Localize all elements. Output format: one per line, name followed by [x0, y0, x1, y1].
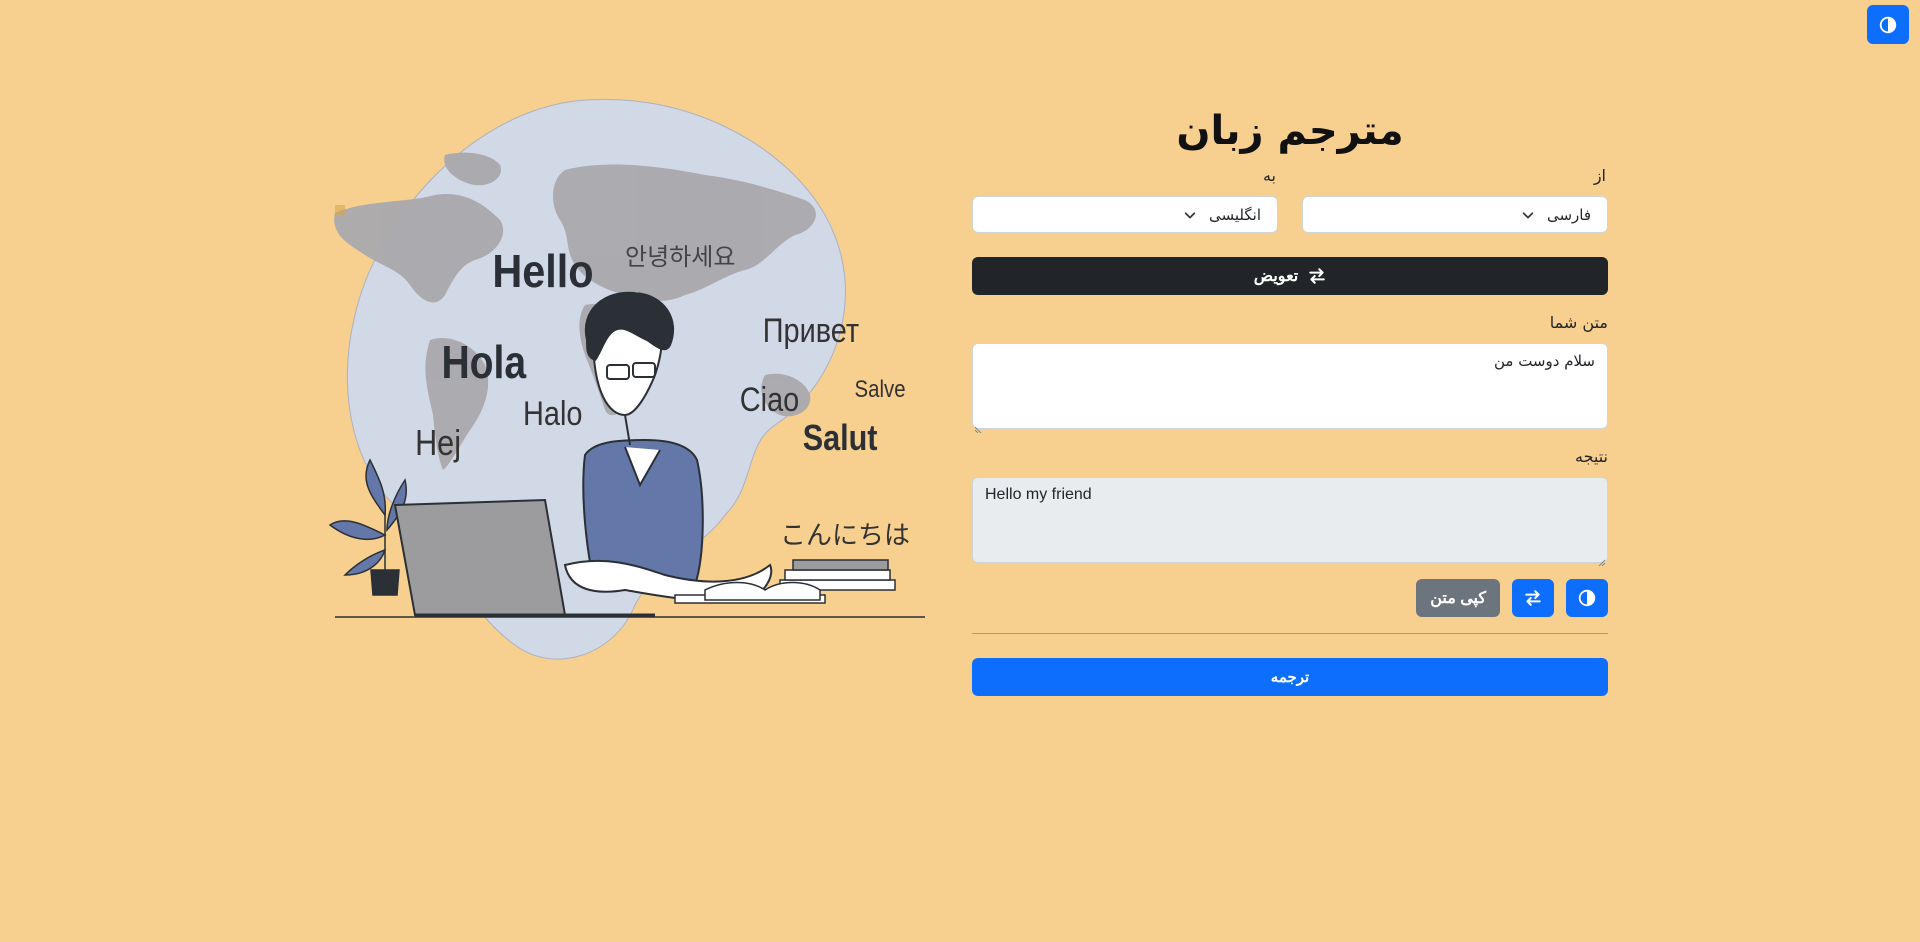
result-text-output[interactable]: Hello my friend: [972, 477, 1608, 567]
translation-illustration: Hello 안녕하세요 Привет Hola Halo Salve Ciao …: [325, 95, 935, 675]
from-language-select[interactable]: فارسی: [1302, 196, 1608, 233]
resize-grip-icon[interactable]: [974, 419, 983, 434]
theme-toggle-small-button[interactable]: [1566, 579, 1608, 617]
theme-toggle-button[interactable]: [1867, 5, 1909, 44]
to-language-value: انگلیسی: [1208, 205, 1261, 224]
greeting-korean: 안녕하세요: [625, 244, 735, 271]
from-language-value: فارسی: [1546, 205, 1591, 224]
result-text-value: Hello my friend: [985, 486, 1092, 503]
to-label: به: [1262, 166, 1276, 185]
greeting-hej: Hej: [415, 424, 461, 464]
divider: [972, 633, 1608, 634]
greeting-japanese: こんにちは: [780, 520, 910, 550]
from-label: از: [1593, 166, 1606, 185]
swap-languages-button[interactable]: تعویض: [972, 257, 1608, 295]
to-language-select[interactable]: انگلیسی: [972, 196, 1278, 233]
source-text-value: سلام دوست من: [1493, 352, 1595, 370]
contrast-icon: [1879, 16, 1897, 34]
swap-arrows-icon: [1308, 267, 1326, 285]
language-selectors: از فارسی به انگلیسی: [972, 164, 1608, 233]
greeting-ciao: Ciao: [740, 380, 799, 419]
greeting-salve: Salve: [855, 375, 906, 402]
contrast-icon: [1578, 589, 1596, 607]
greeting-privet: Привет: [763, 311, 859, 350]
greeting-salut: Salut: [803, 419, 878, 459]
result-label: نتیجه: [1574, 447, 1608, 466]
greeting-halo: Halo: [523, 394, 582, 433]
chevron-down-icon: [1521, 208, 1535, 222]
result-actions: کپی متن: [972, 579, 1608, 617]
swap-arrows-icon: [1524, 589, 1542, 607]
translate-button[interactable]: ترجمه: [972, 658, 1608, 696]
chevron-down-icon: [1183, 208, 1197, 222]
translator-panel: مترجم زبان از فارسی به انگلیسی تعویض متن…: [972, 100, 1608, 696]
greeting-hola: Hola: [441, 337, 526, 389]
greeting-hello: Hello: [492, 246, 593, 298]
swap-languages-label: تعویض: [1253, 268, 1299, 285]
resize-grip-icon[interactable]: [1597, 553, 1606, 567]
input-label: متن شما: [1549, 313, 1608, 332]
source-text-input[interactable]: سلام دوست من: [972, 343, 1608, 434]
swap-small-button[interactable]: [1512, 579, 1554, 617]
page-title: مترجم زبان: [1176, 108, 1404, 154]
copy-text-button[interactable]: کپی متن: [1416, 579, 1500, 617]
